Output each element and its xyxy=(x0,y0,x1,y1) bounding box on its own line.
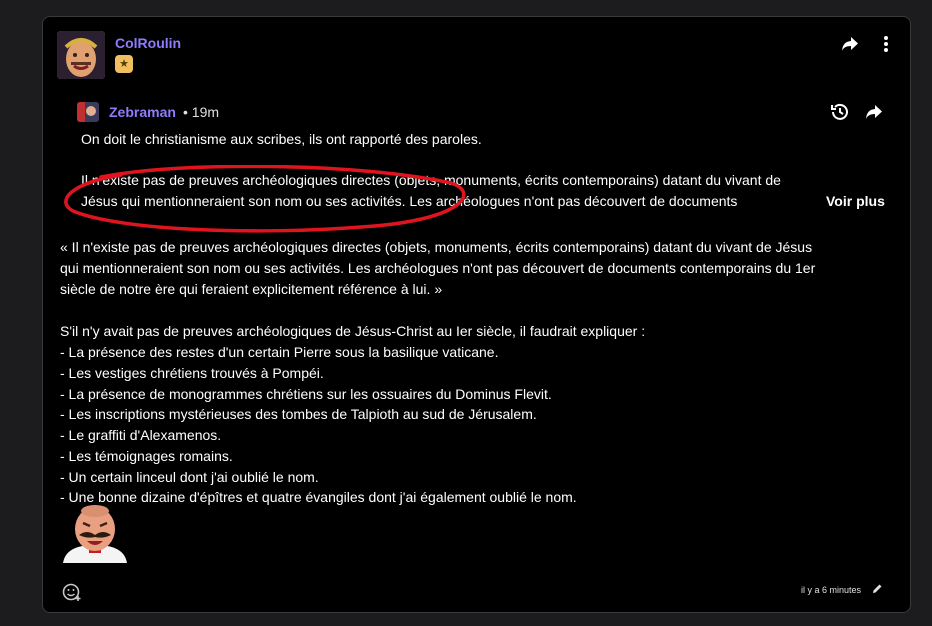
quote-timestamp: • 19m xyxy=(183,104,220,120)
body-line: S'il n'y avait pas de preuves archéologi… xyxy=(60,323,646,339)
list-item: - Le graffiti d'Alexamenos. xyxy=(60,427,222,443)
list-item: - La présence des restes d'un certain Pi… xyxy=(60,344,499,360)
share-quote-icon[interactable] xyxy=(863,101,885,123)
list-item: - Les témoignages romains. xyxy=(60,448,233,464)
list-item: - Un certain linceul dont j'ai oublié le… xyxy=(60,469,319,485)
list-item: - Les inscriptions mystérieuses des tomb… xyxy=(60,406,537,422)
list-item: - Les vestiges chrétiens trouvés à Pompé… xyxy=(60,365,324,381)
post-timestamp: il y a 6 minutes xyxy=(801,585,861,595)
author-avatar[interactable] xyxy=(57,31,105,79)
body-line: qui mentionneraient son nom ou ses activ… xyxy=(60,260,816,276)
list-item: - Une bonne dizaine d'épîtres et quatre … xyxy=(60,489,577,505)
history-icon[interactable] xyxy=(829,101,851,123)
quote-author-avatar[interactable] xyxy=(77,102,99,122)
quote-author-name[interactable]: Zebraman xyxy=(109,104,176,120)
more-options-icon[interactable] xyxy=(875,33,897,55)
list-item: - La présence de monogrammes chrétiens s… xyxy=(60,386,552,402)
edit-pencil-icon[interactable] xyxy=(869,580,885,596)
add-reaction-icon[interactable] xyxy=(61,581,83,603)
post-card: ColRoulin ★ Zebraman • 19m On doit le ch… xyxy=(42,16,911,613)
body-line: « Il n'existe pas de preuves archéologiq… xyxy=(60,239,813,255)
see-more-button[interactable]: Voir plus xyxy=(826,193,885,209)
star-badge-icon: ★ xyxy=(115,55,133,73)
share-icon[interactable] xyxy=(839,33,861,55)
body-line: siècle de notre ère qui feraient explici… xyxy=(60,281,443,297)
post-timestamp-label: il y a 6 minutes xyxy=(801,585,862,595)
laughing-face-sticker xyxy=(59,505,131,563)
red-circle-annotation xyxy=(64,165,466,233)
author-name[interactable]: ColRoulin xyxy=(115,35,181,51)
quote-line: On doit le christianisme aux scribes, il… xyxy=(81,131,482,147)
